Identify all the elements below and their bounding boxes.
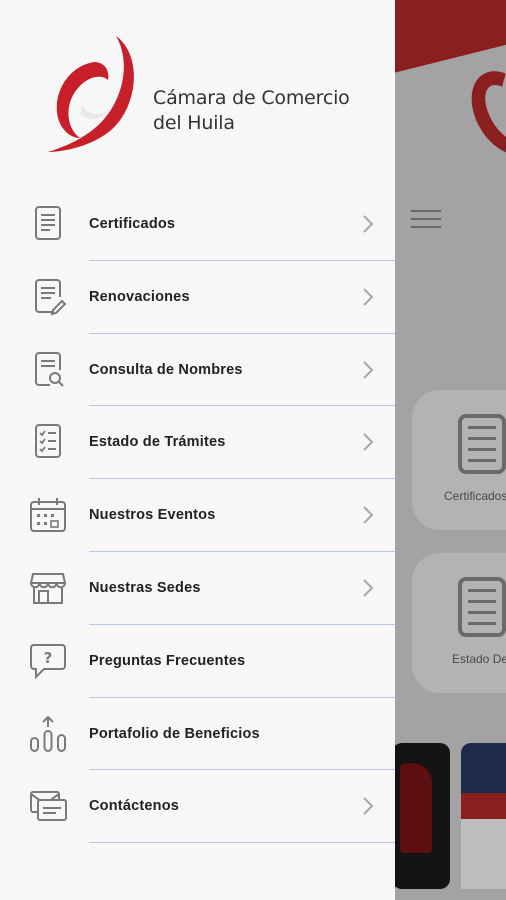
menu-item-estado-tramites[interactable]: Estado de Trámites: [0, 406, 395, 480]
chevron-right-icon: [363, 506, 374, 524]
menu-item-label: Consulta de Nombres: [89, 361, 243, 378]
document-search-icon: [35, 351, 64, 387]
chevron-right-icon: [363, 579, 374, 597]
card-label: Certificados: [444, 489, 506, 503]
mail-icon: [30, 791, 67, 822]
divider: [89, 842, 395, 844]
chevron-right-icon: [363, 215, 374, 233]
store-icon: [29, 572, 67, 604]
certificados-card[interactable]: Certificados: [412, 390, 506, 530]
growth-chart-icon: [30, 715, 66, 752]
menu-item-nuestras-sedes[interactable]: Nuestras Sedes: [0, 552, 395, 625]
checklist-icon: [458, 577, 506, 637]
menu-item-label: Estado de Trámites: [89, 434, 226, 451]
chevron-right-icon: [363, 288, 374, 306]
hamburger-menu-icon[interactable]: [411, 210, 441, 234]
menu-item-label: Certificados: [89, 216, 176, 232]
checklist-icon: [35, 424, 61, 459]
svg-text:?: ?: [44, 649, 53, 667]
brand-line-1: Cámara de Comercio: [153, 87, 350, 109]
menu-item-label: Nuestras Sedes: [89, 579, 201, 596]
menu-item-label: Portafolio de Beneficios: [89, 725, 260, 742]
document-icon: [35, 206, 61, 240]
banner-thumbnail[interactable]: [461, 743, 506, 889]
background-logo: [457, 59, 506, 167]
chevron-right-icon: [363, 797, 374, 816]
menu-item-label: Contáctenos: [89, 798, 180, 815]
menu-item-certificados[interactable]: Certificados: [0, 188, 395, 261]
camara-comercio-logo: [48, 36, 134, 152]
navigation-drawer: Cámara de Comercio del Huila Certificado…: [0, 0, 395, 900]
banner-thumbnail[interactable]: [392, 743, 450, 889]
menu-item-label: Renovaciones: [89, 288, 190, 305]
calendar-icon: [30, 498, 66, 533]
card-label: Estado De Trámites: [452, 652, 506, 666]
menu-item-nuestros-eventos[interactable]: Nuestros Eventos: [0, 479, 395, 552]
menu-item-preguntas-frecuentes[interactable]: ? Preguntas Frecuentes: [0, 625, 395, 698]
brand-name: Cámara de Comercio del Huila: [153, 86, 350, 136]
brand-line-2: del Huila: [153, 112, 235, 134]
question-chat-icon: ?: [30, 643, 66, 680]
menu-item-label: Preguntas Frecuentes: [89, 652, 246, 669]
chevron-right-icon: [363, 433, 374, 452]
menu-item-label: Nuestros Eventos: [89, 507, 216, 524]
drawer-menu: Certificados Renovaciones Consulta de No…: [0, 188, 395, 844]
menu-item-consulta-nombres[interactable]: Consulta de Nombres: [0, 334, 395, 407]
menu-item-renovaciones[interactable]: Renovaciones: [0, 261, 395, 334]
menu-item-contactenos[interactable]: Contáctenos: [0, 770, 395, 844]
estado-tramites-card[interactable]: Estado De Trámites: [412, 553, 506, 693]
chevron-right-icon: [363, 360, 374, 379]
document-icon: [458, 414, 506, 474]
document-edit-icon: [35, 278, 67, 316]
menu-item-portafolio-beneficios[interactable]: Portafolio de Beneficios: [0, 698, 395, 771]
